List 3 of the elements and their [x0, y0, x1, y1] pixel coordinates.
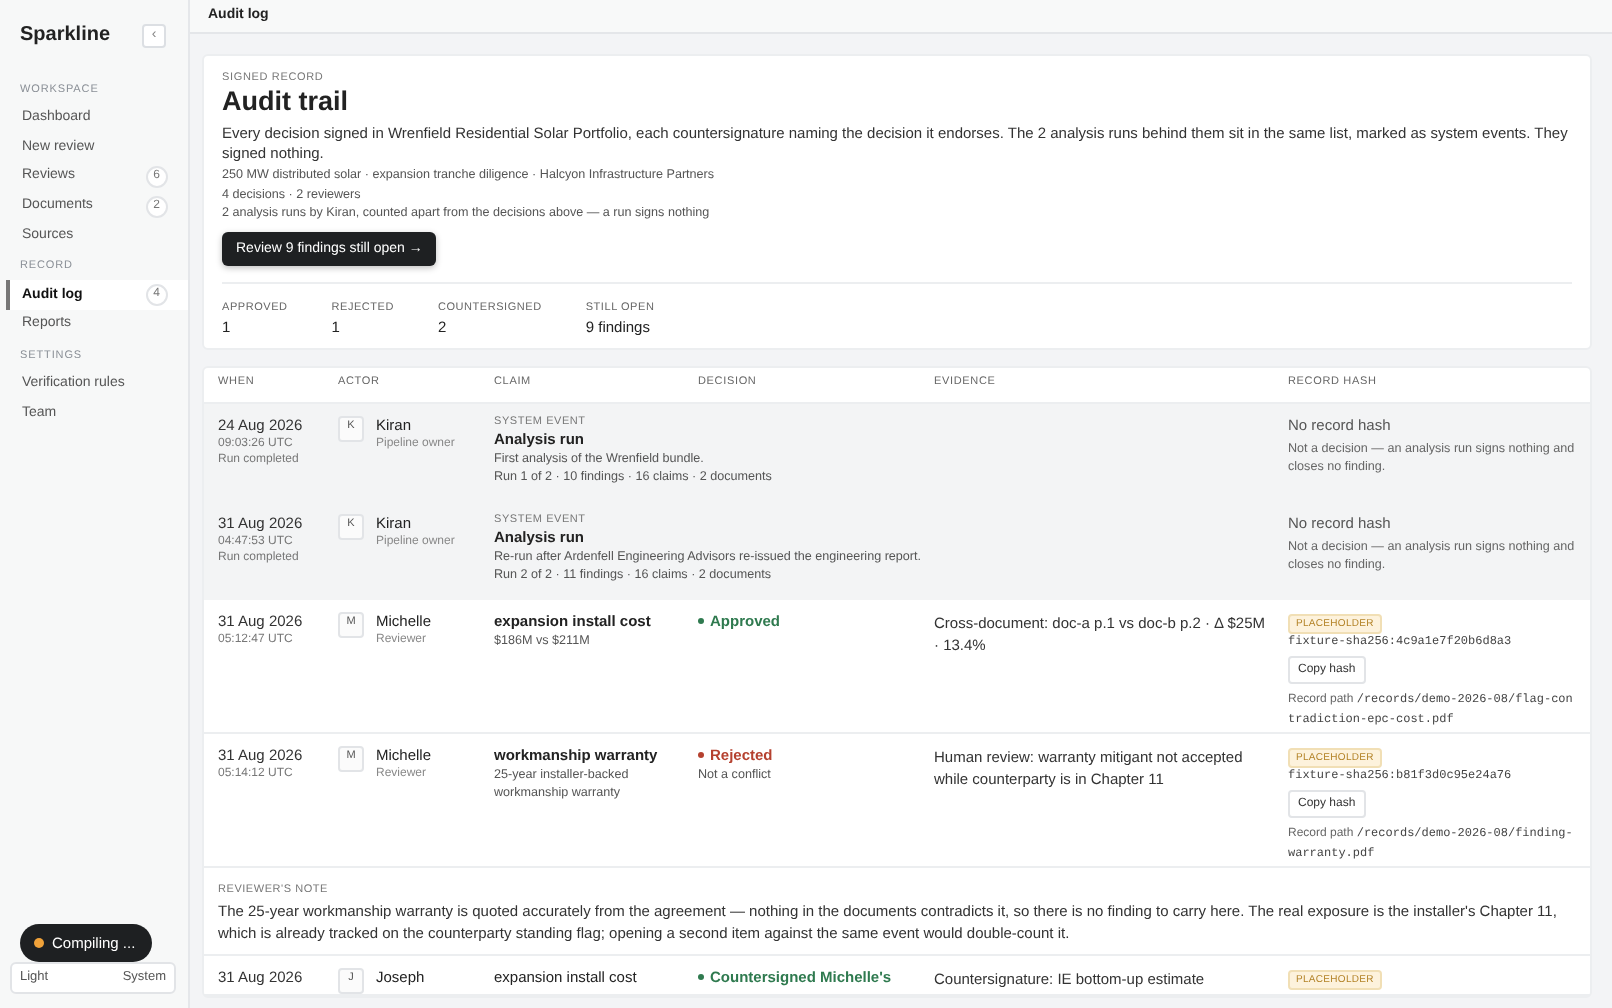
- brand-name: Sparkline: [20, 22, 111, 50]
- heading: Audit trail: [222, 86, 350, 118]
- status-dot: [34, 937, 44, 948]
